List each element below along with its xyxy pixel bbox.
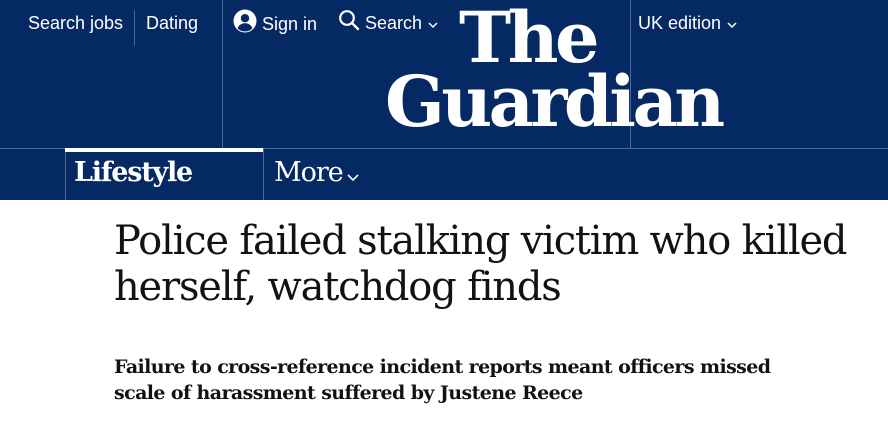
article-headline: Police failed stalking victim who killed… [114, 218, 848, 310]
divider [65, 148, 66, 200]
sign-in-label: Sign in [262, 13, 318, 34]
chevron-down-icon [346, 170, 360, 188]
active-pillar-indicator [65, 148, 263, 152]
user-circle-icon [233, 9, 257, 41]
sign-in-link[interactable]: Sign in [233, 9, 317, 41]
divider [263, 148, 264, 200]
more-label: More [274, 157, 344, 188]
search-icon [338, 9, 360, 39]
search-jobs-link[interactable]: Search jobs [28, 9, 123, 37]
dating-link[interactable]: Dating [146, 9, 198, 37]
divider [134, 10, 135, 46]
divider [222, 0, 223, 148]
logo-line-2: Guardian [385, 60, 724, 130]
pillar-label: Lifestyle [74, 157, 193, 188]
article-standfirst: Failure to cross-reference incident repo… [114, 356, 771, 404]
